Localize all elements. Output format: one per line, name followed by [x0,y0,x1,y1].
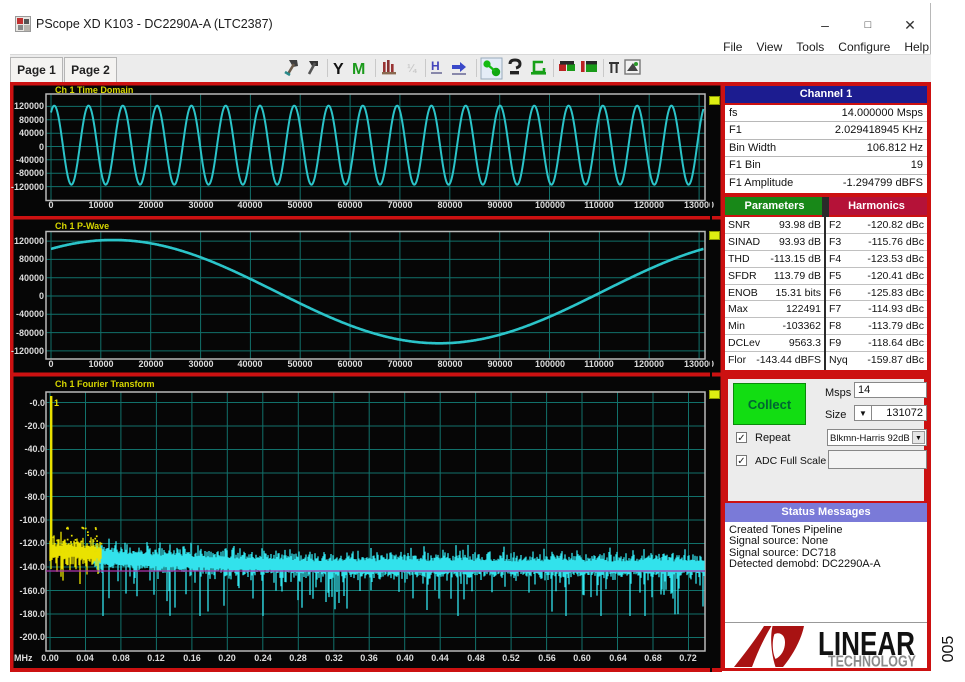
svg-text:H: H [431,59,440,73]
svg-text:80000: 80000 [437,200,462,210]
svg-text:130000: 130000 [684,359,714,369]
svg-text:30000: 30000 [188,200,213,210]
svg-text:70000: 70000 [387,359,412,369]
svg-text:50000: 50000 [287,359,312,369]
svg-text:-40.0: -40.0 [24,444,45,454]
svg-text:100000: 100000 [535,200,565,210]
svg-text:-40000: -40000 [16,155,44,165]
svg-text:-120000: -120000 [11,182,44,192]
svg-text:0.00: 0.00 [41,653,59,663]
svg-text:20000: 20000 [138,200,163,210]
svg-text:30000: 30000 [188,359,213,369]
svg-text:0: 0 [39,142,44,152]
svg-text:0.64: 0.64 [609,653,627,663]
svg-text:-160.0: -160.0 [19,586,45,596]
svg-text:120000: 120000 [14,236,44,246]
svg-text:0: 0 [48,359,53,369]
svg-text:80000: 80000 [19,254,44,264]
svg-text:-120000: -120000 [11,346,44,356]
svg-text:100000: 100000 [535,359,565,369]
svg-text:90000: 90000 [487,200,512,210]
svg-text:0.72: 0.72 [679,653,697,663]
svg-text:-60.0: -60.0 [24,468,45,478]
svg-text:-80000: -80000 [16,328,44,338]
svg-text:0.12: 0.12 [147,653,165,663]
svg-text:0.60: 0.60 [573,653,591,663]
svg-text:130000: 130000 [684,200,714,210]
svg-text:0: 0 [48,200,53,210]
svg-text:0.20: 0.20 [218,653,236,663]
svg-text:1: 1 [54,398,59,408]
svg-text:0.40: 0.40 [396,653,414,663]
svg-text:-80.0: -80.0 [24,492,45,502]
svg-text:-100.0: -100.0 [19,515,45,525]
svg-text:0.32: 0.32 [325,653,343,663]
svg-text:0.52: 0.52 [502,653,520,663]
svg-text:120000: 120000 [634,359,664,369]
svg-text:40000: 40000 [19,273,44,283]
svg-text:80000: 80000 [437,359,462,369]
svg-text:10000: 10000 [88,359,113,369]
svg-text:0.24: 0.24 [254,653,272,663]
svg-text:-20.0: -20.0 [24,421,45,431]
svg-text:-40000: -40000 [16,309,44,319]
svg-text:-0.0: -0.0 [29,398,45,408]
svg-text:¼: ¼ [407,63,417,75]
svg-text:40000: 40000 [19,128,44,138]
svg-text:Ch 1 P-Wave: Ch 1 P-Wave [55,221,109,231]
svg-text:0.44: 0.44 [431,653,449,663]
svg-text:0.08: 0.08 [112,653,130,663]
svg-text:-140.0: -140.0 [19,562,45,572]
svg-text:0.48: 0.48 [467,653,485,663]
svg-text:-180.0: -180.0 [19,609,45,619]
svg-text:90000: 90000 [487,359,512,369]
svg-text:0.68: 0.68 [644,653,662,663]
svg-text:120000: 120000 [634,200,664,210]
svg-text:110000: 110000 [584,200,614,210]
svg-text:Ch 1 Fourier Transform: Ch 1 Fourier Transform [55,379,155,389]
svg-text:Y: Y [333,61,344,78]
svg-text:80000: 80000 [19,115,44,125]
svg-text:MHz: MHz [14,653,33,663]
svg-text:20000: 20000 [138,359,163,369]
svg-text:0.56: 0.56 [538,653,556,663]
svg-text:-120.0: -120.0 [19,538,45,548]
svg-text:60000: 60000 [337,359,362,369]
svg-text:M: M [352,61,365,78]
svg-text:50000: 50000 [287,200,312,210]
svg-text:-200.0: -200.0 [19,632,45,642]
svg-text:40000: 40000 [237,359,262,369]
svg-text:0: 0 [39,291,44,301]
svg-text:0.04: 0.04 [76,653,94,663]
svg-text:110000: 110000 [584,359,614,369]
svg-text:-80000: -80000 [16,168,44,178]
svg-text:0.16: 0.16 [183,653,201,663]
svg-text:0.28: 0.28 [289,653,307,663]
svg-text:0.36: 0.36 [360,653,378,663]
svg-text:TECHNOLOGY: TECHNOLOGY [828,654,917,669]
svg-text:10000: 10000 [88,200,113,210]
svg-text:40000: 40000 [237,200,262,210]
svg-text:60000: 60000 [337,200,362,210]
svg-text:70000: 70000 [387,200,412,210]
svg-text:120000: 120000 [14,101,44,111]
